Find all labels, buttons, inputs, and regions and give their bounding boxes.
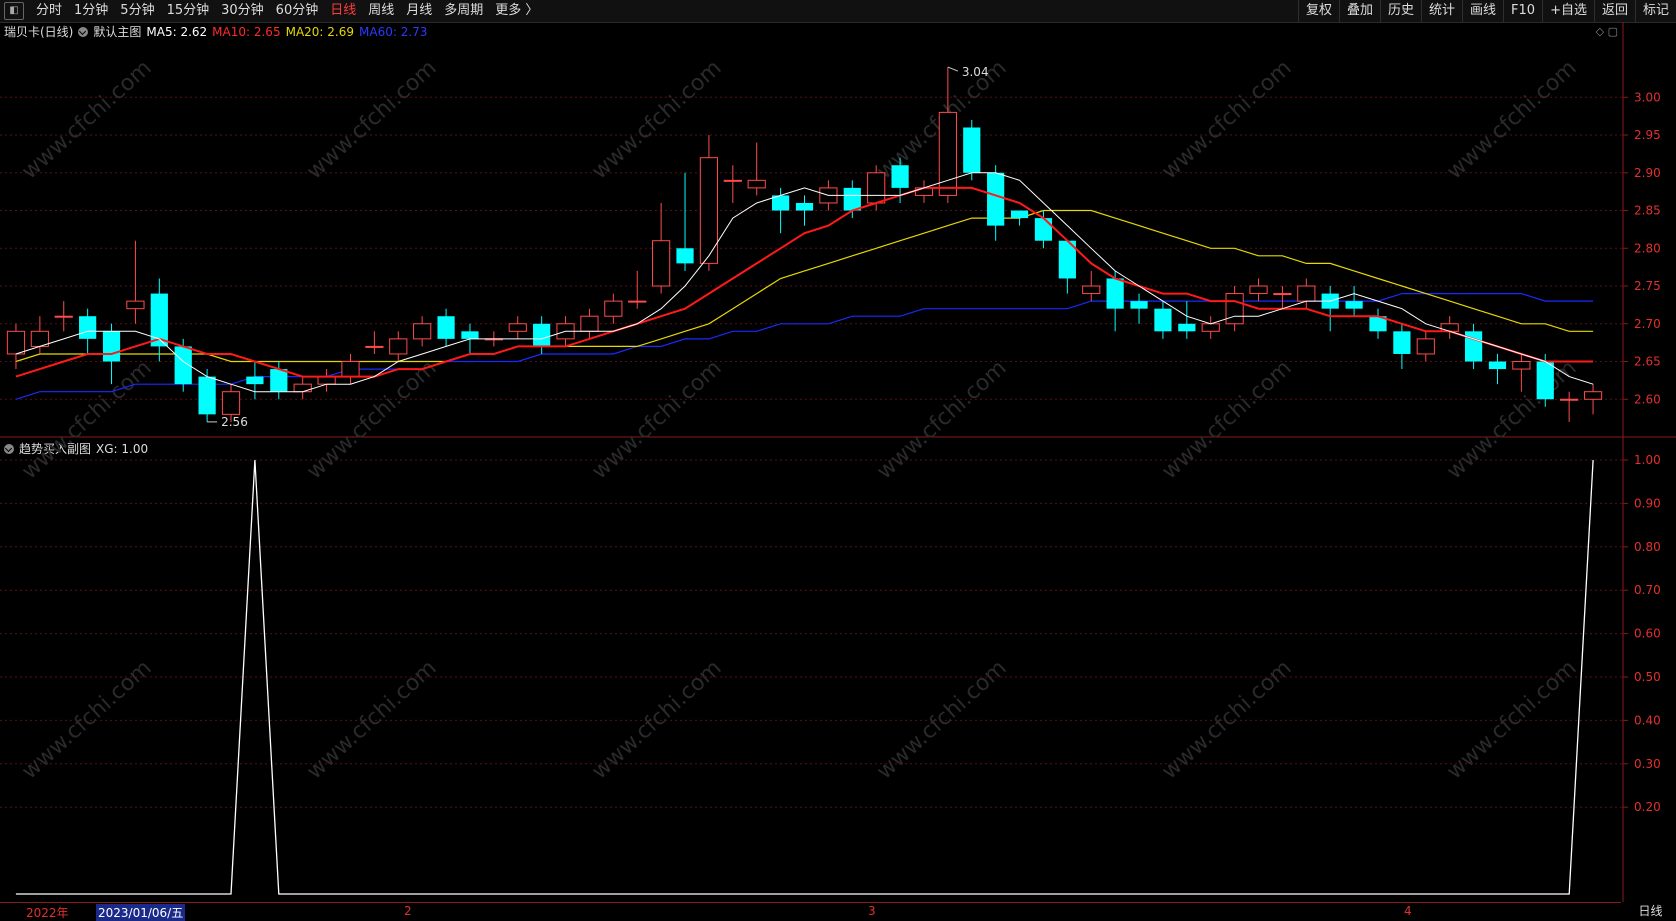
candle-body bbox=[1130, 301, 1148, 309]
candle-body bbox=[437, 316, 455, 339]
period-corner-label[interactable]: 日线 bbox=[1625, 902, 1676, 920]
price-tick-label: 2.85 bbox=[1634, 204, 1661, 218]
date-axis: 2022年 2023/01/06/五 2 3 4 bbox=[0, 902, 1621, 921]
kline-chart[interactable]: www.cfchi.com www.cfchi.com www.cfchi.com w… bbox=[0, 0, 1676, 902]
high-marker bbox=[947, 66, 959, 72]
sub-tick-label: 0.50 bbox=[1634, 670, 1661, 684]
candle-body bbox=[699, 157, 719, 264]
candle-body bbox=[1512, 361, 1531, 370]
candle-body bbox=[580, 315, 599, 332]
sub-tick-label: 0.90 bbox=[1634, 496, 1661, 510]
price-tick-label: 2.70 bbox=[1634, 317, 1661, 331]
candle-body bbox=[461, 331, 479, 339]
high-label: 3.04 bbox=[962, 65, 989, 79]
month-label: 2 bbox=[404, 904, 412, 918]
candle-body bbox=[723, 179, 742, 182]
candle-body bbox=[1249, 285, 1268, 295]
watermark: www.cfchi.com bbox=[302, 56, 441, 185]
watermark: www.cfchi.com bbox=[17, 356, 156, 485]
candle-body bbox=[1273, 293, 1292, 296]
candle-body bbox=[1536, 361, 1554, 400]
year-label: 2022年 bbox=[26, 906, 69, 920]
candle-body bbox=[1154, 308, 1172, 332]
price-tick-label: 2.60 bbox=[1634, 392, 1661, 406]
sub-tick-label: 0.30 bbox=[1634, 757, 1661, 771]
watermark: www.cfchi.com bbox=[587, 356, 726, 485]
candle-body bbox=[508, 323, 527, 332]
month-label: 4 bbox=[1404, 904, 1412, 918]
candle-body bbox=[1345, 301, 1363, 309]
candle-body bbox=[1178, 323, 1196, 332]
price-tick-label: 2.65 bbox=[1634, 355, 1661, 369]
candle-body bbox=[1297, 285, 1316, 302]
candle-body bbox=[747, 179, 766, 189]
candle-body bbox=[963, 127, 981, 173]
candle-body bbox=[317, 376, 336, 385]
candle-body bbox=[413, 323, 432, 340]
price-tick-label: 3.00 bbox=[1634, 90, 1661, 104]
sub-tick-label: 0.20 bbox=[1634, 800, 1661, 814]
candle-body bbox=[533, 323, 551, 347]
candle-body bbox=[1560, 398, 1579, 401]
price-tick-label: 2.75 bbox=[1634, 279, 1661, 293]
candle-body bbox=[341, 361, 360, 378]
price-tick-label: 2.95 bbox=[1634, 128, 1661, 142]
candle-body bbox=[102, 331, 121, 362]
month-label: 3 bbox=[868, 904, 876, 918]
candle-body bbox=[867, 172, 886, 204]
candle-body bbox=[126, 300, 145, 310]
selected-date: 2023/01/06/五 bbox=[96, 904, 186, 921]
watermark: www.cfchi.com bbox=[1442, 56, 1581, 185]
candle-body bbox=[389, 338, 408, 355]
low-label: 2.56 bbox=[221, 415, 248, 429]
candle-body bbox=[1082, 285, 1101, 295]
candle-body bbox=[604, 300, 623, 317]
candle-body bbox=[795, 202, 814, 211]
sub-tick-label: 0.60 bbox=[1634, 627, 1661, 641]
candle-body bbox=[6, 330, 26, 355]
watermark: www.cfchi.com bbox=[1157, 56, 1296, 185]
watermark: www.cfchi.com bbox=[17, 56, 156, 185]
candle-body bbox=[938, 111, 957, 196]
watermark: www.cfchi.com bbox=[302, 356, 441, 485]
candle-body bbox=[246, 376, 264, 385]
watermark: www.cfchi.com bbox=[1442, 356, 1581, 485]
sub-tick-label: 1.00 bbox=[1634, 453, 1661, 467]
candle-body bbox=[1034, 218, 1053, 241]
candle-body bbox=[628, 300, 647, 303]
price-tick-label: 2.80 bbox=[1634, 241, 1661, 255]
candle-body bbox=[1106, 278, 1124, 309]
candle-body bbox=[1393, 331, 1411, 354]
candle-body bbox=[1464, 331, 1483, 362]
candle-body bbox=[891, 165, 909, 188]
candle-body bbox=[1201, 323, 1220, 332]
candle-body bbox=[1010, 210, 1029, 219]
sub-tick-label: 0.40 bbox=[1634, 713, 1661, 727]
candle-body bbox=[1583, 391, 1603, 400]
watermark: www.cfchi.com bbox=[1157, 356, 1296, 485]
candle-body bbox=[54, 315, 73, 318]
candle-body bbox=[1225, 293, 1244, 325]
sub-tick-label: 0.70 bbox=[1634, 583, 1661, 597]
candle-body bbox=[1440, 323, 1459, 332]
candle-body bbox=[1416, 338, 1435, 355]
candle-body bbox=[1488, 361, 1507, 370]
candle-body bbox=[843, 187, 861, 211]
price-tick-label: 2.90 bbox=[1634, 166, 1661, 180]
candle-body bbox=[676, 248, 694, 264]
candle-body bbox=[79, 316, 97, 339]
watermark: www.cfchi.com bbox=[872, 356, 1011, 485]
candle-body bbox=[221, 391, 241, 415]
candle-body bbox=[987, 172, 1005, 226]
candle-body bbox=[293, 383, 312, 393]
candle-body bbox=[652, 240, 671, 287]
sub-tick-label: 0.80 bbox=[1634, 540, 1661, 554]
candle-body bbox=[198, 376, 216, 415]
candle-body bbox=[270, 369, 288, 392]
candle-body bbox=[365, 345, 384, 348]
